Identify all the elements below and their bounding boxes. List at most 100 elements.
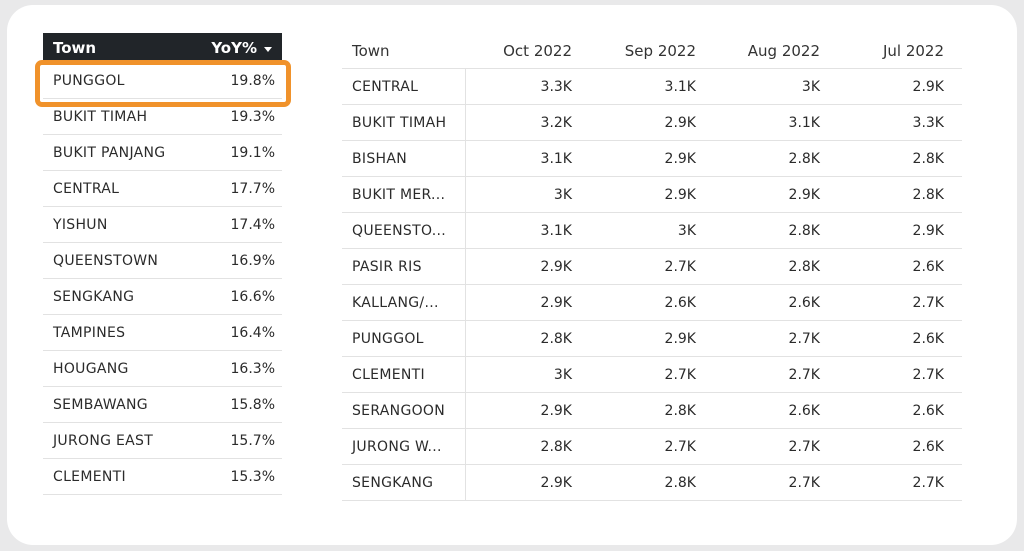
table-row[interactable]: BUKIT MER... 3K 2.9K 2.9K 2.8K	[342, 177, 962, 213]
value-cell: 2.7K	[590, 357, 714, 393]
value-cell: 2.6K	[838, 249, 962, 285]
town-cell: KALLANG/...	[342, 285, 466, 321]
table-row[interactable]: JURONG EAST 15.7%	[43, 423, 282, 459]
town-cell: YISHUN	[53, 216, 108, 233]
value-cell: 2.9K	[466, 249, 590, 285]
value-cell: 3.1K	[590, 69, 714, 105]
value-cell: 3.3K	[838, 105, 962, 141]
table-row[interactable]: SENGKANG 16.6%	[43, 279, 282, 315]
yoy-cell: 15.3%	[230, 468, 275, 485]
value-cell: 2.7K	[838, 285, 962, 321]
value-cell: 3K	[466, 357, 590, 393]
value-cell: 2.7K	[838, 465, 962, 501]
town-cell: SENGKANG	[342, 465, 466, 501]
month-column-header[interactable]: Aug 2022	[714, 33, 838, 69]
town-column-header[interactable]: Town	[53, 39, 96, 57]
yoy-cell: 15.7%	[230, 432, 275, 449]
caret-down-icon	[264, 46, 272, 52]
value-cell: 2.6K	[838, 429, 962, 465]
value-cell: 2.9K	[466, 285, 590, 321]
table-row[interactable]: CLEMENTI 3K 2.7K 2.7K 2.7K	[342, 357, 962, 393]
value-cell: 2.9K	[466, 465, 590, 501]
yoy-table-body: PUNGGOL 19.8% BUKIT TIMAH 19.3% BUKIT PANJAN…	[43, 63, 282, 495]
value-cell: 3K	[590, 213, 714, 249]
value-cell: 2.9K	[838, 213, 962, 249]
value-cell: 2.9K	[590, 321, 714, 357]
town-cell: QUEENSTOWN	[53, 252, 159, 269]
town-cell: SENGKANG	[53, 288, 135, 305]
table-row[interactable]: BUKIT PANJANG 19.1%	[43, 135, 282, 171]
yoy-column-header[interactable]: YoY%	[211, 39, 272, 57]
table-row[interactable]: SEMBAWANG 15.8%	[43, 387, 282, 423]
value-cell: 2.8K	[466, 429, 590, 465]
table-row[interactable]: CENTRAL 3.3K 3.1K 3K 2.9K	[342, 69, 962, 105]
value-cell: 3K	[714, 69, 838, 105]
value-cell: 2.6K	[838, 393, 962, 429]
table-row[interactable]: TAMPINES 16.4%	[43, 315, 282, 351]
table-row[interactable]: YISHUN 17.4%	[43, 207, 282, 243]
monthly-rent-table: Town Oct 2022 Sep 2022 Aug 2022 Jul 2022 CEN…	[342, 33, 962, 501]
town-cell: HOUGANG	[53, 360, 129, 377]
table-row[interactable]: KALLANG/... 2.9K 2.6K 2.6K 2.7K	[342, 285, 962, 321]
value-cell: 3.1K	[466, 141, 590, 177]
value-cell: 2.8K	[714, 213, 838, 249]
month-column-header[interactable]: Sep 2022	[590, 33, 714, 69]
value-cell: 2.7K	[714, 465, 838, 501]
value-cell: 2.8K	[838, 141, 962, 177]
month-column-header[interactable]: Jul 2022	[838, 33, 962, 69]
table-row[interactable]: PUNGGOL 2.8K 2.9K 2.7K 2.6K	[342, 321, 962, 357]
town-cell: BUKIT PANJANG	[53, 144, 166, 161]
town-cell: BISHAN	[342, 141, 466, 177]
monthly-table-body: CENTRAL 3.3K 3.1K 3K 2.9K BUKIT TIMAH 3.2K 2.9K…	[342, 69, 962, 501]
value-cell: 2.6K	[714, 285, 838, 321]
town-cell: BUKIT MER...	[342, 177, 466, 213]
value-cell: 2.7K	[590, 429, 714, 465]
yoy-cell: 15.8%	[230, 396, 275, 413]
value-cell: 2.9K	[838, 69, 962, 105]
table-row[interactable]: SERANGOON 2.9K 2.8K 2.6K 2.6K	[342, 393, 962, 429]
value-cell: 2.8K	[590, 393, 714, 429]
highlight-box	[35, 60, 291, 107]
table-row[interactable]: JURONG W... 2.8K 2.7K 2.7K 2.6K	[342, 429, 962, 465]
yoy-cell: 16.4%	[230, 324, 275, 341]
table-row[interactable]: CLEMENTI 15.3%	[43, 459, 282, 495]
value-cell: 2.7K	[838, 357, 962, 393]
value-cell: 3.1K	[466, 213, 590, 249]
town-cell: SERANGOON	[342, 393, 466, 429]
value-cell: 3.3K	[466, 69, 590, 105]
yoy-cell: 19.1%	[230, 144, 275, 161]
town-column-header[interactable]: Town	[342, 33, 466, 69]
yoy-table-header: Town YoY%	[43, 33, 282, 63]
value-cell: 3.2K	[466, 105, 590, 141]
table-row[interactable]: QUEENSTO... 3.1K 3K 2.8K 2.9K	[342, 213, 962, 249]
yoy-cell: 17.7%	[230, 180, 275, 197]
value-cell: 2.7K	[714, 429, 838, 465]
table-row[interactable]: QUEENSTOWN 16.9%	[43, 243, 282, 279]
value-cell: 2.9K	[590, 105, 714, 141]
value-cell: 2.7K	[590, 249, 714, 285]
month-column-header[interactable]: Oct 2022	[466, 33, 590, 69]
value-cell: 2.8K	[466, 321, 590, 357]
table-row[interactable]: BISHAN 3.1K 2.9K 2.8K 2.8K	[342, 141, 962, 177]
yoy-cell: 19.3%	[230, 108, 275, 125]
town-cell: SEMBAWANG	[53, 396, 148, 413]
table-row[interactable]: SENGKANG 2.9K 2.8K 2.7K 2.7K	[342, 465, 962, 501]
town-cell: PASIR RIS	[342, 249, 466, 285]
town-cell: PUNGGOL	[342, 321, 466, 357]
value-cell: 2.8K	[590, 465, 714, 501]
town-cell: CENTRAL	[53, 180, 120, 197]
yoy-cell: 17.4%	[230, 216, 275, 233]
town-cell: QUEENSTO...	[342, 213, 466, 249]
table-row[interactable]: CENTRAL 17.7%	[43, 171, 282, 207]
yoy-cell: 16.9%	[230, 252, 275, 269]
town-cell: CLEMENTI	[53, 468, 126, 485]
value-cell: 2.8K	[714, 141, 838, 177]
table-row[interactable]: PASIR RIS 2.9K 2.7K 2.8K 2.6K	[342, 249, 962, 285]
town-cell: TAMPINES	[53, 324, 126, 341]
table-row[interactable]: HOUGANG 16.3%	[43, 351, 282, 387]
table-row[interactable]: BUKIT TIMAH 3.2K 2.9K 3.1K 3.3K	[342, 105, 962, 141]
value-cell: 2.9K	[714, 177, 838, 213]
value-cell: 3K	[466, 177, 590, 213]
value-cell: 2.8K	[714, 249, 838, 285]
monthly-table-header: Town Oct 2022 Sep 2022 Aug 2022 Jul 2022	[342, 33, 962, 69]
